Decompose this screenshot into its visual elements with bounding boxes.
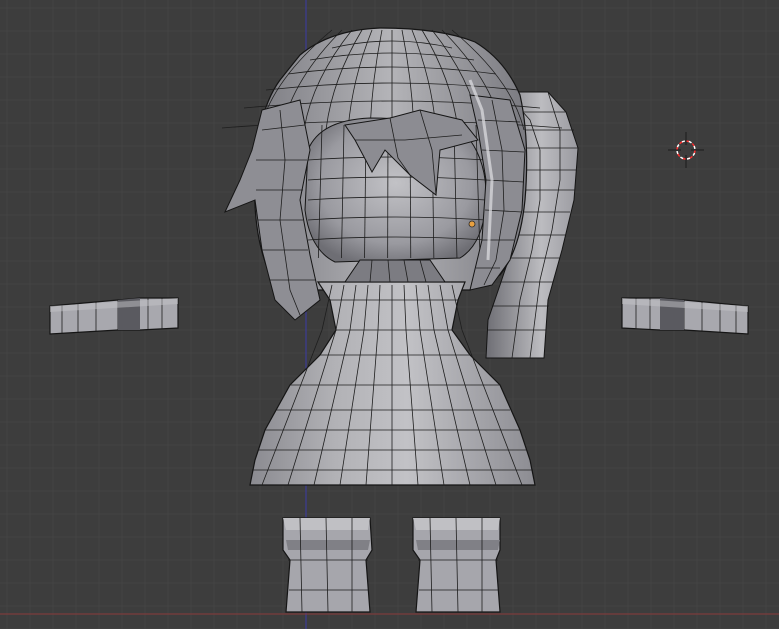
left-arm-mesh[interactable]: [49, 297, 179, 335]
right-arm-mesh[interactable]: [621, 297, 749, 335]
right-leg-mesh[interactable]: [412, 517, 501, 613]
viewport-canvas[interactable]: [0, 0, 779, 629]
3d-viewport[interactable]: [0, 0, 779, 629]
object-origin-icon[interactable]: [468, 220, 476, 228]
left-leg-mesh[interactable]: [282, 517, 373, 613]
3d-cursor-icon[interactable]: [668, 132, 704, 168]
